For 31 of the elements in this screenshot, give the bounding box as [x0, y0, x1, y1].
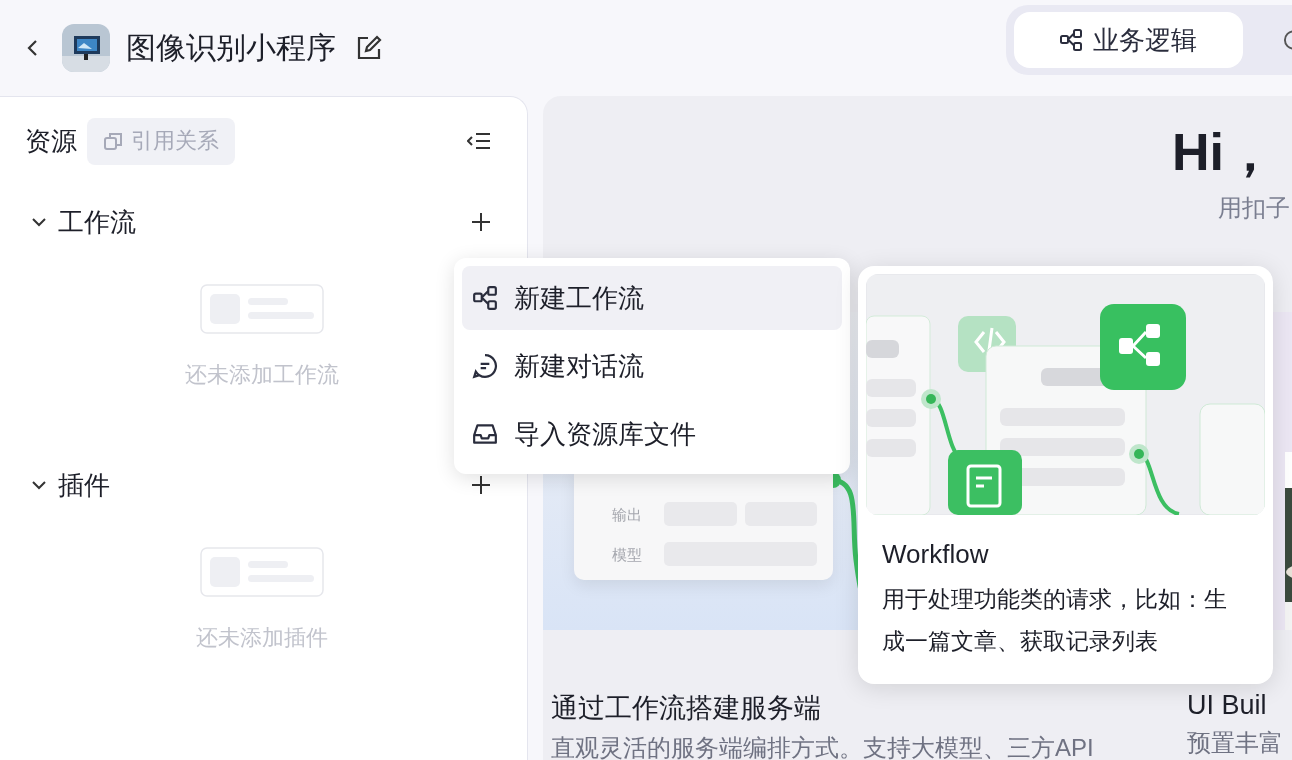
menu-item[interactable]: 新建对话流: [462, 334, 842, 398]
preview-description: 用于处理功能类的请求，比如：生成一篇文章、获取记录列表: [882, 585, 1228, 656]
empty-list-icon: [200, 547, 324, 597]
menu-item[interactable]: 新建工作流: [462, 266, 842, 330]
inbox-icon: [472, 421, 498, 447]
flow-icon: [1059, 28, 1084, 52]
menu-item[interactable]: 导入资源库文件: [462, 402, 842, 466]
card-description: 直观灵活的服务端编排方式。支持大模型、三方API: [550, 733, 1095, 760]
chat-icon: [472, 353, 498, 379]
empty-message: 还未添加插件: [196, 624, 328, 652]
greeting: Hi，: [1172, 122, 1277, 183]
section-title: 插件: [58, 468, 110, 502]
plus-icon: [471, 212, 491, 232]
app-title: 图像识别小程序: [126, 29, 336, 66]
preview-title: Workflow: [882, 539, 990, 570]
card-description: 预置丰富: [1186, 728, 1284, 758]
collapse-icon: [467, 131, 491, 151]
plus-icon: [471, 475, 491, 495]
edit-icon: [356, 35, 382, 61]
card-title: UI Buil: [1186, 690, 1268, 721]
copy-icon: [103, 131, 123, 151]
field-label: 输出: [612, 505, 643, 525]
panel-title: 资源: [25, 124, 77, 158]
tab[interactable]: 业务逻辑: [1014, 12, 1243, 68]
empty-list-icon: [200, 284, 324, 334]
flow-icon: [472, 285, 498, 311]
field-label: 模型: [612, 545, 643, 565]
section-title: 工作流: [58, 205, 136, 239]
greeting-subtitle: 用扣子: [1218, 193, 1291, 223]
empty-message: 还未添加工作流: [185, 361, 339, 389]
card-title: 通过工作流搭建服务端: [550, 692, 822, 725]
